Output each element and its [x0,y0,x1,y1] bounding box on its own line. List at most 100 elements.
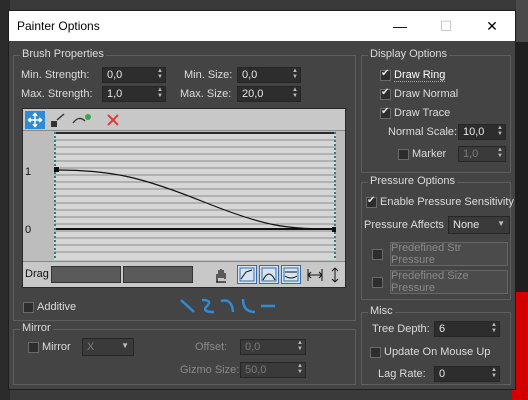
normal-scale-spinner[interactable]: 10,0 ▲ ▼ [458,124,506,140]
offset-label: Offset: [195,341,228,353]
scale-vertical-icon [331,267,339,283]
additive-checkbox[interactable] [23,302,34,313]
mirror-checkbox[interactable] [28,342,39,353]
spinner-arrows-icon[interactable]: ▲ ▼ [297,363,303,375]
normal-scale-value: 10,0 [463,126,485,138]
background-app-toolbar [516,0,528,42]
pressure-options-group: Pressure Options Enable Pressure Sensiti… [361,175,514,300]
zoom-vertical-icon [283,267,299,282]
falloff-curve-editor: 1 0 Drag [22,108,346,288]
max-strength-value: 1,0 [107,88,123,100]
scale-point-icon [51,113,65,127]
preset-smooth-icon[interactable] [199,296,217,316]
maximize-button[interactable]: ☐ [423,11,469,41]
spinner-arrows-icon[interactable]: ▲ ▼ [157,87,163,99]
move-arrows-icon [27,112,43,128]
curve-right-margin [336,132,345,260]
scale-horizontal-icon [307,269,323,281]
pan-button[interactable] [211,266,231,284]
draw-trace-checkbox[interactable] [380,106,391,119]
spinner-arrows-icon[interactable]: ▲ ▼ [497,147,503,159]
close-icon: ✕ [486,17,498,34]
max-strength-spinner[interactable]: 1,0 ▲ ▼ [102,86,166,102]
minimize-button[interactable]: — [377,11,423,41]
spinner-arrows-icon[interactable]: ▲ ▼ [491,322,497,334]
normal-scale-label: Normal Scale: [388,126,458,138]
max-strength-label: Max. Strength: [21,88,93,100]
predefined-size-checkbox[interactable] [372,277,383,288]
update-on-mouse-up-checkbox[interactable] [370,347,381,358]
spinner-arrows-icon[interactable]: ▲ ▼ [157,68,163,80]
update-on-mouse-up-label: Update On Mouse Up [384,346,491,358]
spinner-arrows-icon[interactable]: ▲ ▼ [497,125,503,137]
predefined-str-label: Predefined Str Pressure [391,242,462,266]
additive-label: Additive [37,301,77,313]
spinner-arrows-icon[interactable]: ▲ ▼ [292,87,298,99]
curve-x-field[interactable] [51,266,121,283]
scale-tool-button[interactable] [48,111,68,129]
draw-ring-checkbox[interactable] [380,68,391,81]
minimize-icon: — [393,18,407,34]
mirror-axis-value: X [87,341,95,353]
close-button[interactable]: ✕ [469,11,515,41]
title-bar[interactable]: Painter Options — ☐ ✕ [9,11,515,41]
enable-pressure-label: Enable Pressure Sensitivity [380,196,514,208]
maximize-icon: ☐ [439,17,453,34]
preset-flat-icon[interactable] [259,296,277,316]
scale-vertical-button[interactable] [326,266,344,284]
min-strength-spinner[interactable]: 0,0 ▲ ▼ [102,67,166,83]
spinner-arrows-icon[interactable]: ▲ ▼ [491,367,497,379]
display-options-group: Display Options Draw Ring Draw Normal Dr… [361,48,511,173]
pressure-affects-label: Pressure Affects [364,219,444,231]
max-size-label: Max. Size: [180,88,232,100]
min-size-value: 0,0 [242,69,258,81]
zoom-vertical-button[interactable] [281,265,301,284]
misc-group: Misc Tree Depth: 6 ▲ ▼ Update On Mouse Up… [361,305,511,385]
marker-spinner[interactable]: 1,0 ▲ ▼ [458,146,506,162]
marker-checkbox[interactable] [398,149,409,160]
brush-properties-title: Brush Properties [20,48,106,60]
chevron-down-icon: ▼ [497,219,505,228]
misc-title: Misc [368,305,395,317]
draw-normal-checkbox[interactable] [380,87,391,100]
preset-slow-icon[interactable] [219,296,237,316]
tree-depth-value: 6 [439,323,446,335]
zoom-horizontal-button[interactable] [259,265,279,284]
curve-graph[interactable] [54,132,337,260]
min-size-spinner[interactable]: 0,0 ▲ ▼ [237,67,301,83]
mirror-axis-select[interactable]: X ▼ [82,338,134,356]
curve-y-field[interactable] [123,266,193,283]
predefined-size-pressure-button[interactable]: Predefined Size Pressure [390,270,508,294]
predefined-str-checkbox[interactable] [372,249,383,260]
predefined-str-pressure-button[interactable]: Predefined Str Pressure [390,242,508,266]
window-title: Painter Options [17,19,100,33]
curve-toolbar [23,109,345,131]
spinner-arrows-icon[interactable]: ▲ ▼ [297,340,303,352]
tree-depth-spinner[interactable]: 6 ▲ ▼ [434,321,500,337]
gizmo-size-spinner[interactable]: 50,0 ▲ ▼ [240,362,306,378]
min-strength-label: Min. Strength: [21,69,90,81]
gizmo-size-label: Gizmo Size: [180,364,240,376]
insert-point-icon [72,114,91,124]
preset-linear-icon[interactable] [179,296,197,316]
curve-bottom-bar: Drag [23,261,345,287]
pressure-affects-select[interactable]: None ▼ [448,216,510,234]
max-size-spinner[interactable]: 20,0 ▲ ▼ [237,86,301,102]
scale-horizontal-button[interactable] [305,266,325,284]
display-options-title: Display Options [368,48,450,60]
offset-value: 0,0 [245,341,261,353]
pan-hand-icon [216,269,226,283]
offset-spinner[interactable]: 0,0 ▲ ▼ [240,339,306,355]
enable-pressure-checkbox[interactable] [366,195,377,208]
delete-point-button[interactable] [103,111,123,129]
move-tool-button[interactable] [25,111,45,129]
lag-rate-label: Lag Rate: [378,368,426,380]
preset-fast-icon[interactable] [239,296,257,316]
spinner-arrows-icon[interactable]: ▲ ▼ [292,68,298,80]
tree-depth-label: Tree Depth: [372,323,430,335]
zoom-extents-button[interactable] [237,265,257,284]
lag-rate-spinner[interactable]: 0 ▲ ▼ [434,366,500,382]
draw-trace-label: Draw Trace [394,107,451,119]
insert-point-button[interactable] [71,111,93,129]
zoom-horizontal-icon [261,267,277,282]
